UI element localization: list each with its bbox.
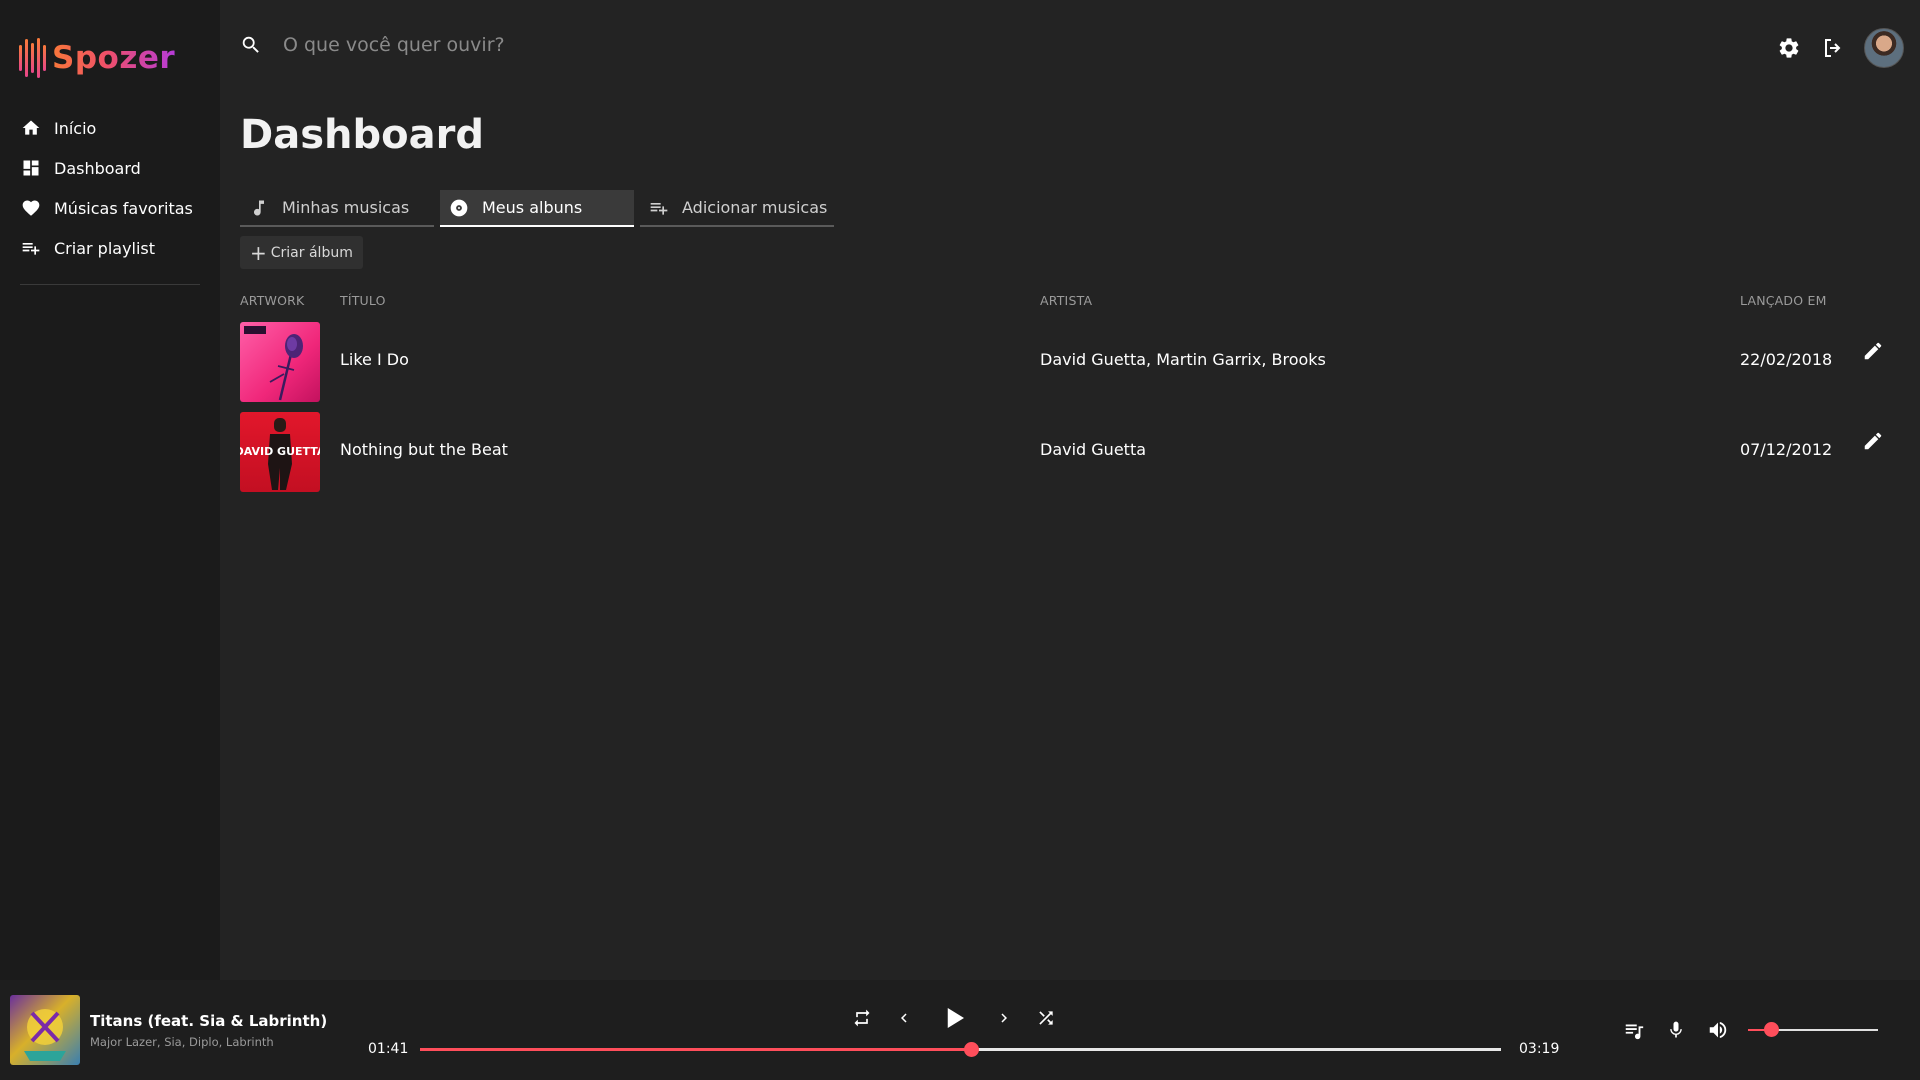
heart-icon <box>20 197 42 219</box>
table-row[interactable]: Like I Do David Guetta, Martin Garrix, B… <box>240 322 1890 402</box>
app-logo[interactable]: Spozer <box>19 38 175 78</box>
playback-controls <box>848 1000 1060 1036</box>
row-artists: David Guetta <box>1040 440 1147 459</box>
logout-icon[interactable] <box>1820 35 1846 61</box>
microphone-icon[interactable] <box>1662 1016 1690 1044</box>
dashboard-tabs: Minhas musicas Meus albuns Adicionar mus… <box>240 190 834 227</box>
playlist-add-icon <box>648 197 670 219</box>
playlist-add-icon <box>20 237 42 259</box>
row-title: Like I Do <box>340 350 409 369</box>
search-input[interactable] <box>283 28 983 62</box>
edit-icon[interactable] <box>1862 430 1888 456</box>
logo-bars-icon <box>19 38 46 78</box>
row-title: Nothing but the Beat <box>340 440 508 459</box>
edit-icon[interactable] <box>1862 340 1888 366</box>
sidebar-item-label: Início <box>54 118 97 138</box>
avatar[interactable] <box>1864 28 1904 68</box>
tab-meus-albuns[interactable]: Meus albuns <box>440 190 634 227</box>
album-cover-lettering: DAVID GUETTA <box>240 445 320 458</box>
sidebar-item-create-playlist[interactable]: Criar playlist <box>20 228 200 268</box>
create-album-label: Criar álbum <box>270 244 353 261</box>
tab-label: Minhas musicas <box>282 198 410 217</box>
sidebar-item-inicio[interactable]: Início <box>20 108 200 148</box>
album-artwork <box>240 322 320 402</box>
sidebar-item-label: Dashboard <box>54 158 141 178</box>
volume-icon[interactable] <box>1704 1016 1732 1044</box>
page-title: Dashboard <box>240 112 484 158</box>
tab-minhas-musicas[interactable]: Minhas musicas <box>240 190 434 227</box>
sidebar-nav: Início Dashboard Músicas favoritas Criar… <box>20 108 200 268</box>
progress-slider[interactable] <box>420 1042 1501 1057</box>
row-artists: David Guetta, Martin Garrix, Brooks <box>1040 350 1326 369</box>
next-icon[interactable] <box>990 1004 1018 1032</box>
total-time: 03:19 <box>1519 1041 1560 1057</box>
home-icon <box>20 117 42 139</box>
play-icon[interactable] <box>936 1000 972 1036</box>
player-extra-controls <box>1620 1016 1732 1044</box>
album-artwork: DAVID GUETTA <box>240 412 320 492</box>
plus-icon: + <box>250 240 267 265</box>
row-release-date: 22/02/2018 <box>1740 350 1833 369</box>
column-header-artist: ARTISTA <box>1040 293 1093 308</box>
shuffle-icon[interactable] <box>1032 1004 1060 1032</box>
column-header-title: TÍTULO <box>340 293 386 308</box>
now-playing-artists[interactable]: Major Lazer, Sia, Diplo, Labrinth <box>90 1035 274 1049</box>
column-header-artwork: ARTWORK <box>240 293 305 308</box>
music-note-icon <box>248 197 270 219</box>
now-playing-title[interactable]: Titans (feat. Sia & Labrinth) <box>90 1012 327 1030</box>
sidebar: Spozer Início Dashboard Músicas favorita… <box>0 0 220 980</box>
table-row[interactable]: DAVID GUETTA Nothing but the Beat David … <box>240 412 1890 492</box>
sidebar-item-dashboard[interactable]: Dashboard <box>20 148 200 188</box>
tab-adicionar-musicas[interactable]: Adicionar musicas <box>640 190 834 227</box>
app-name: Spozer <box>52 40 176 76</box>
search-icon[interactable] <box>240 34 262 56</box>
tab-label: Meus albuns <box>482 198 583 217</box>
current-time: 01:41 <box>368 1041 409 1057</box>
sidebar-item-label: Músicas favoritas <box>54 198 193 218</box>
previous-icon[interactable] <box>890 1004 918 1032</box>
row-release-date: 07/12/2012 <box>1740 440 1833 459</box>
sidebar-divider <box>20 284 200 285</box>
album-icon <box>448 197 470 219</box>
sidebar-item-label: Criar playlist <box>54 238 156 258</box>
repeat-icon[interactable] <box>848 1004 876 1032</box>
volume-slider[interactable] <box>1748 1022 1878 1037</box>
header-actions <box>1776 28 1904 68</box>
create-album-button[interactable]: + Criar álbum <box>240 236 363 269</box>
dashboard-icon <box>20 157 42 179</box>
progress-fill <box>420 1048 972 1051</box>
now-playing-artwork[interactable] <box>10 995 80 1065</box>
tab-label: Adicionar musicas <box>682 198 828 217</box>
column-header-released: LANÇADO EM <box>1740 293 1827 308</box>
queue-icon[interactable] <box>1620 1016 1648 1044</box>
sidebar-item-favorites[interactable]: Músicas favoritas <box>20 188 200 228</box>
settings-icon[interactable] <box>1776 35 1802 61</box>
